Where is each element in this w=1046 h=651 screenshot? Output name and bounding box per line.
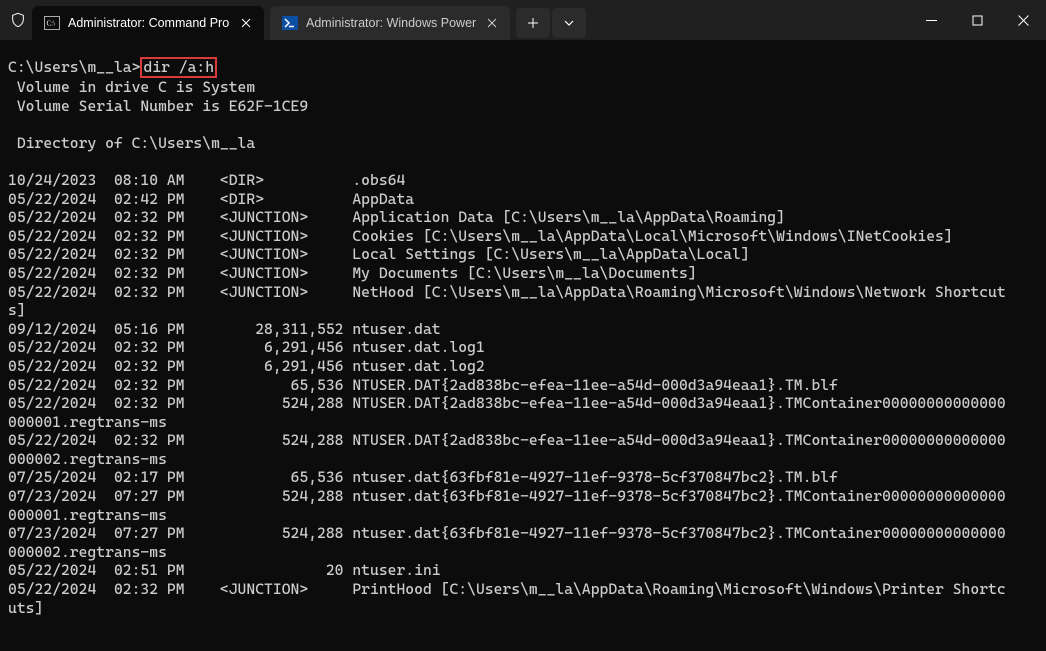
terminal-output[interactable]: C:\Users\m__la>dir /a:h Volume in drive … [0, 40, 1046, 625]
cmd-icon: C:\ [44, 15, 60, 31]
command-text: dir /a:h [143, 58, 214, 76]
output-lines: Volume in drive C is System Volume Seria… [8, 78, 1038, 617]
tab-actions [516, 6, 588, 40]
command-highlight: dir /a:h [140, 57, 217, 78]
svg-text:C:\: C:\ [47, 20, 56, 28]
close-icon[interactable] [484, 15, 500, 31]
powershell-icon [282, 15, 298, 31]
tab-cmd[interactable]: C:\ Administrator: Command Pro [32, 6, 264, 40]
titlebar-left [0, 0, 26, 40]
titlebar: C:\ Administrator: Command Pro Administr… [0, 0, 1046, 40]
tabs: C:\ Administrator: Command Pro Administr… [26, 0, 588, 40]
minimize-button[interactable] [908, 0, 954, 40]
tab-label: Administrator: Command Pro [68, 16, 230, 30]
new-tab-button[interactable] [516, 8, 550, 38]
close-window-button[interactable] [1000, 0, 1046, 40]
prompt-path: C:\Users\m__la> [8, 58, 140, 76]
tab-label: Administrator: Windows Power [306, 16, 476, 30]
shield-icon [10, 12, 26, 28]
tab-dropdown-button[interactable] [552, 8, 586, 38]
close-icon[interactable] [238, 15, 254, 31]
window-controls [908, 0, 1046, 40]
maximize-button[interactable] [954, 0, 1000, 40]
tab-powershell[interactable]: Administrator: Windows Power [270, 6, 510, 40]
